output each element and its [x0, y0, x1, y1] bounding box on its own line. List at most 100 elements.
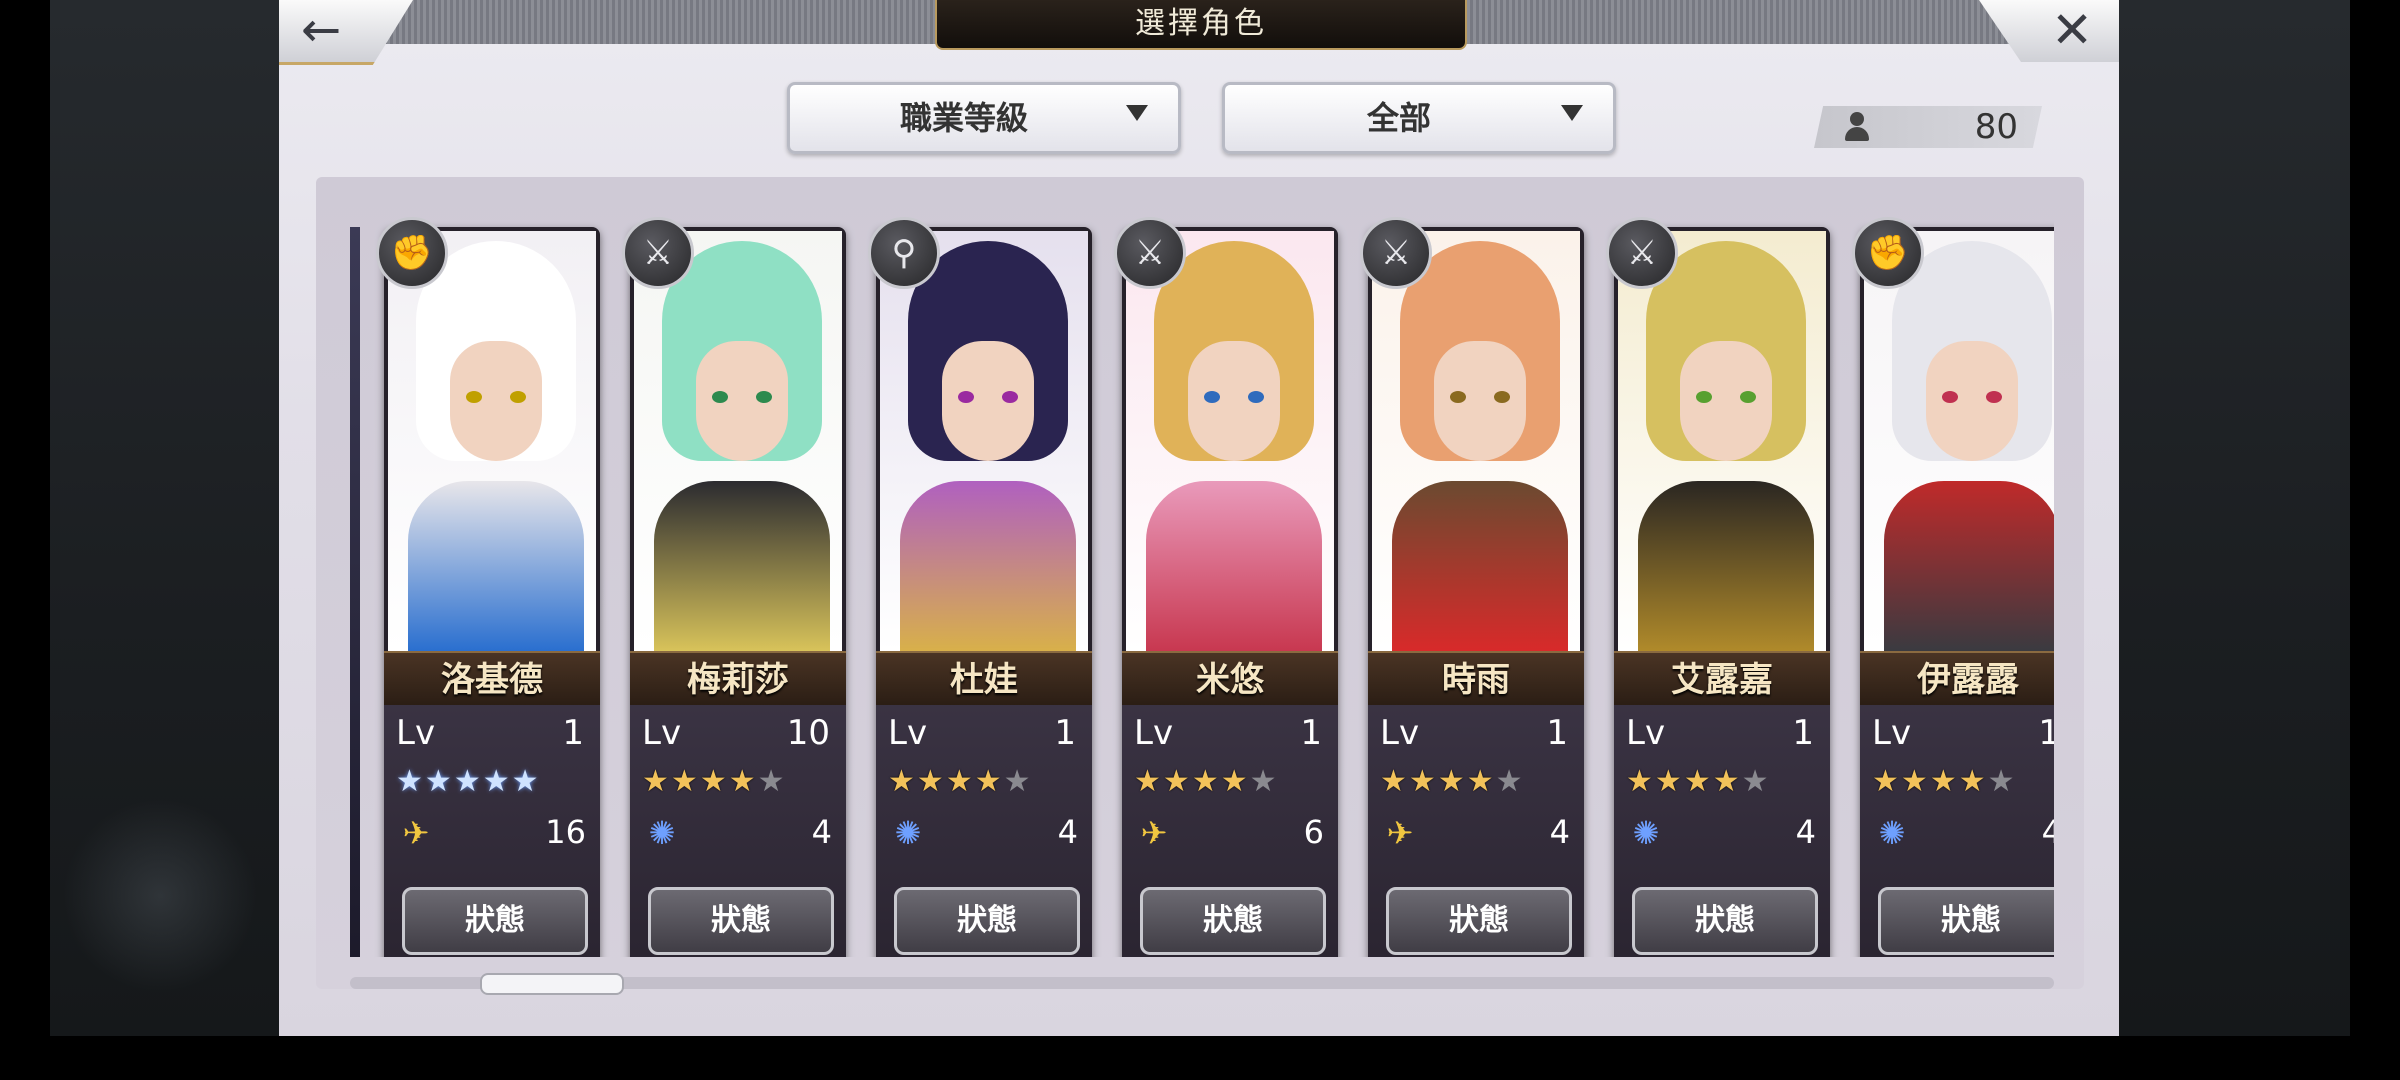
close-icon: ✕: [2051, 1, 2093, 59]
level-value: 1: [1792, 713, 1814, 753]
status-button[interactable]: 狀態: [1878, 887, 2054, 955]
character-name-bar: 艾露嘉: [1614, 651, 1830, 707]
element-count: 4: [1549, 813, 1570, 851]
level-label: Lv: [1134, 713, 1174, 753]
character-card[interactable]: ⚔ 時雨 Lv 1 ★★★★★ ✈ 4 狀態: [1360, 217, 1584, 957]
horizontal-scrollbar[interactable]: [350, 973, 2054, 995]
status-button[interactable]: 狀態: [894, 887, 1080, 955]
star-icon: ★: [1626, 764, 1655, 799]
star-icon: ★: [396, 764, 425, 799]
star-rating: ★★★★★: [888, 765, 1088, 799]
character-info: Lv 10 ★★★★★ ✺ 4 狀態: [630, 705, 846, 957]
star-icon: ★: [728, 764, 758, 799]
star-icon: ★: [1958, 764, 1988, 799]
character-select-panel: ← 選擇角色 ✕ 職業等級 全部 80 ✊ 洛基德 Lv 1 ★★★★★ ✈ 16 狀態 ⚔ 梅莉…: [279, 0, 2119, 1036]
star-icon: ★: [1220, 764, 1250, 799]
star-icon: ★: [945, 764, 975, 799]
category-dropdown[interactable]: 全部: [1222, 82, 1616, 154]
star-rating: ★★★★★: [1380, 765, 1580, 799]
star-icon: ★: [1191, 764, 1221, 799]
chevron-down-icon: [1561, 105, 1583, 121]
wing-icon: ✈: [1386, 814, 1414, 852]
swirl-icon: ✺: [648, 814, 676, 852]
staff-icon: ⚲: [868, 217, 940, 289]
element-count: 4: [2041, 813, 2054, 851]
sword-icon: ⚔: [1360, 217, 1432, 289]
character-name: 洛基德: [441, 660, 543, 700]
star-icon: ★: [1987, 764, 2017, 799]
fist-icon: ✊: [1852, 217, 1924, 289]
card-frame: 洛基德 Lv 1 ★★★★★ ✈ 16 狀態: [384, 227, 600, 957]
star-icon: ★: [888, 764, 917, 799]
star-icon: ★: [1249, 764, 1279, 799]
character-name-bar: 洛基德: [384, 651, 600, 707]
character-card[interactable]: ⚔ 艾露嘉 Lv 1 ★★★★★ ✺ 4 狀態: [1606, 217, 1830, 957]
status-button[interactable]: 狀態: [648, 887, 834, 955]
status-button[interactable]: 狀態: [1140, 887, 1326, 955]
page-title: 選擇角色: [935, 0, 1467, 50]
star-icon: ★: [1929, 764, 1959, 799]
close-button[interactable]: ✕: [1979, 0, 2119, 62]
card-frame: 杜娃 Lv 1 ★★★★★ ✺ 4 狀態: [876, 227, 1092, 957]
star-icon: ★: [1408, 764, 1438, 799]
star-icon: ★: [1162, 764, 1192, 799]
character-name: 杜娃: [950, 660, 1018, 700]
character-info: Lv 1 ★★★★★ ✺ 4 狀態: [1614, 705, 1830, 957]
back-button[interactable]: ←: [279, 0, 413, 65]
character-name-bar: 時雨: [1368, 651, 1584, 707]
star-icon: ★: [1380, 764, 1409, 799]
character-card[interactable]: ✊ 洛基德 Lv 1 ★★★★★ ✈ 16 狀態: [376, 217, 600, 957]
card-frame: 米悠 Lv 1 ★★★★★ ✈ 6 狀態: [1122, 227, 1338, 957]
sort-dropdown[interactable]: 職業等級: [787, 82, 1181, 154]
star-icon: ★: [482, 764, 512, 799]
character-name-bar: 伊露露: [1860, 651, 2054, 707]
star-icon: ★: [1712, 764, 1742, 799]
character-card[interactable]: ⚔ 梅莉莎 Lv 10 ★★★★★ ✺ 4 狀態: [622, 217, 846, 957]
character-name: 米悠: [1196, 660, 1264, 700]
level-value: 10: [786, 713, 830, 753]
character-portrait: [1372, 231, 1580, 651]
character-name-bar: 梅莉莎: [630, 651, 846, 707]
star-rating: ★★★★★: [1872, 765, 2054, 799]
background-right: [2118, 0, 2350, 1036]
star-icon: ★: [1900, 764, 1930, 799]
character-count: 80: [1974, 107, 2018, 147]
fist-icon: ✊: [376, 217, 448, 289]
character-card[interactable]: ⚲ 杜娃 Lv 1 ★★★★★ ✺ 4 狀態: [868, 217, 1092, 957]
star-rating: ★★★★★: [1626, 765, 1826, 799]
sword-icon: ⚔: [622, 217, 694, 289]
character-info: Lv 1 ★★★★★ ✈ 4 狀態: [1368, 705, 1584, 957]
swirl-icon: ✺: [1632, 814, 1660, 852]
star-icon: ★: [1654, 764, 1684, 799]
sort-dropdown-label: 職業等級: [899, 99, 1028, 137]
level-value: 1: [562, 713, 584, 753]
sword-icon: ⚔: [1606, 217, 1678, 289]
star-icon: ★: [1741, 764, 1771, 799]
character-name: 伊露露: [1917, 660, 2019, 700]
category-dropdown-label: 全部: [1366, 99, 1431, 137]
status-button[interactable]: 狀態: [402, 887, 588, 955]
level-label: Lv: [1872, 713, 1912, 753]
character-info: Lv 1 ★★★★★ ✈ 6 狀態: [1122, 705, 1338, 957]
chevron-down-icon: [1126, 105, 1148, 121]
star-icon: ★: [1495, 764, 1525, 799]
character-portrait: [1864, 231, 2054, 651]
level-value: 1: [2038, 713, 2054, 753]
level-value: 1: [1546, 713, 1568, 753]
status-button[interactable]: 狀態: [1386, 887, 1572, 955]
status-button[interactable]: 狀態: [1632, 887, 1818, 955]
star-rating: ★★★★★: [1134, 765, 1334, 799]
person-icon: [1842, 112, 1872, 142]
wing-icon: ✈: [402, 814, 430, 852]
character-card-strip[interactable]: ✊ 洛基德 Lv 1 ★★★★★ ✈ 16 狀態 ⚔ 梅莉莎 Lv 10 ★★★★★ ✺ 4 狀態 ⚲ 杜娃 Lv 1…: [350, 197, 2054, 957]
character-card[interactable]: ✊ 伊露露 Lv 1 ★★★★★ ✺ 4 狀態: [1852, 217, 2054, 957]
character-name-bar: 米悠: [1122, 651, 1338, 707]
star-icon: ★: [1003, 764, 1033, 799]
level-label: Lv: [888, 713, 928, 753]
star-icon: ★: [916, 764, 946, 799]
partial-card-left: [350, 227, 360, 957]
scrollbar-thumb[interactable]: [480, 973, 624, 995]
character-card[interactable]: ⚔ 米悠 Lv 1 ★★★★★ ✈ 6 狀態: [1114, 217, 1338, 957]
character-name-bar: 杜娃: [876, 651, 1092, 707]
element-count: 6: [1303, 813, 1324, 851]
